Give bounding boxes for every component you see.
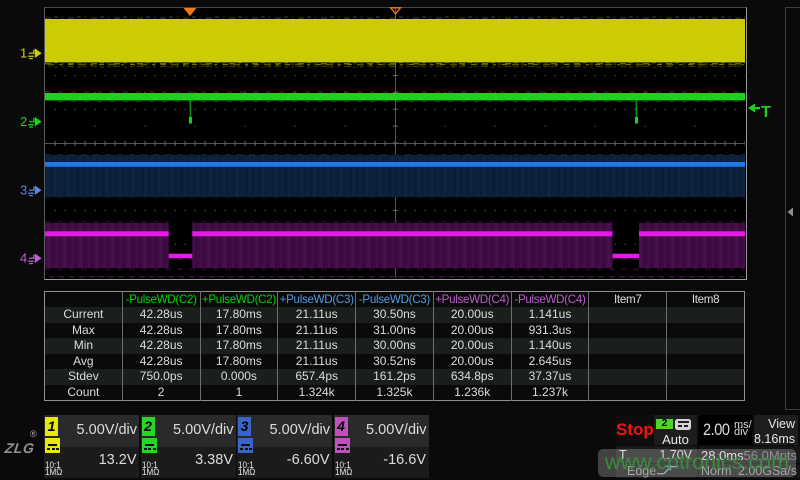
svg-text:4: 4 [20, 251, 27, 266]
svg-text:T: T [761, 104, 771, 121]
svg-text:2: 2 [20, 114, 27, 129]
svg-text:3: 3 [20, 183, 27, 198]
svg-text:1: 1 [20, 46, 27, 61]
